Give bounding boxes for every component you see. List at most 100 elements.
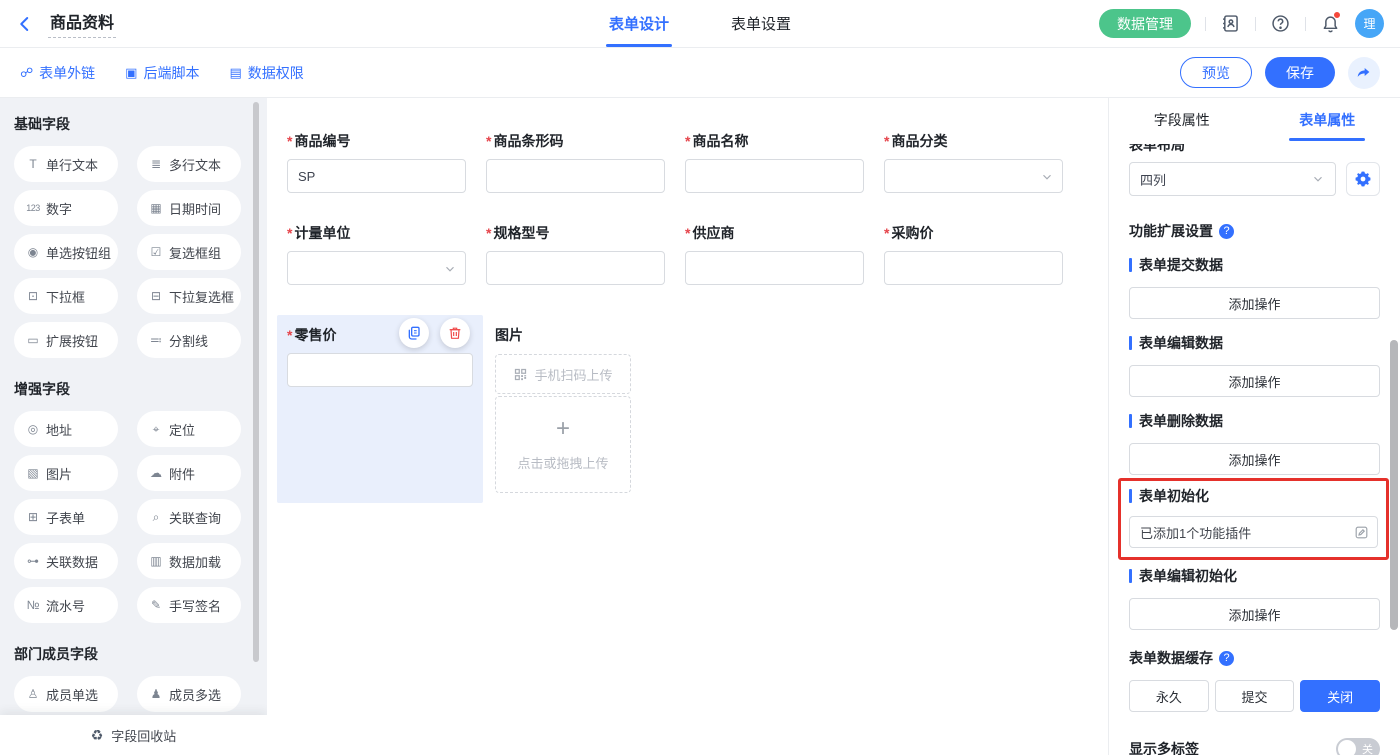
- attachment-icon: ☁: [149, 466, 163, 480]
- copy-icon: [406, 325, 422, 341]
- text-input[interactable]: [685, 159, 864, 193]
- form-init-plugin-item[interactable]: 已添加1个功能插件: [1129, 516, 1378, 548]
- form-layout-label-clipped: 表单布局: [1129, 144, 1380, 154]
- field-type-linked-query[interactable]: ⌕关联查询: [137, 499, 241, 535]
- canvas-field[interactable]: *计量单位: [287, 223, 466, 285]
- preview-button[interactable]: 预览: [1180, 57, 1252, 88]
- canvas-field[interactable]: *商品条形码: [486, 131, 665, 193]
- field-type-multi-line-text[interactable]: ≣多行文本: [137, 146, 241, 182]
- toolbar-link-external-link[interactable]: ☍表单外链: [20, 63, 95, 83]
- share-button[interactable]: [1348, 57, 1380, 89]
- field-recycle-bin-button[interactable]: ♻ 字段回收站: [0, 715, 267, 755]
- user-avatar[interactable]: 理: [1355, 9, 1384, 38]
- canvas-field[interactable]: *商品名称: [685, 131, 864, 193]
- app-root: 商品资料 表单设计 表单设置 数据管理 理: [0, 0, 1400, 755]
- text-input[interactable]: [486, 251, 665, 285]
- tab-form-design[interactable]: 表单设计: [609, 0, 669, 47]
- gear-icon: [1354, 170, 1372, 188]
- layout-settings-button[interactable]: [1346, 162, 1380, 196]
- field-type-subform[interactable]: ⊞子表单: [14, 499, 118, 535]
- delete-field-button[interactable]: [440, 318, 470, 348]
- field-type-attachment[interactable]: ☁附件: [137, 455, 241, 491]
- cache-option-0[interactable]: 永久: [1129, 680, 1209, 712]
- tab-form-settings[interactable]: 表单设置: [731, 0, 791, 47]
- canvas-field[interactable]: *供应商: [685, 223, 864, 285]
- field-type-signature[interactable]: ✎手写签名: [137, 587, 241, 623]
- retail-price-input[interactable]: [287, 353, 473, 387]
- save-button[interactable]: 保存: [1265, 57, 1335, 88]
- cache-option-2[interactable]: 关闭: [1300, 680, 1380, 712]
- add-action-button-edit-init[interactable]: 添加操作: [1129, 598, 1380, 630]
- data-manage-button[interactable]: 数据管理: [1099, 9, 1191, 38]
- panel-scrollbar[interactable]: [1390, 340, 1398, 630]
- text-input[interactable]: [884, 251, 1063, 285]
- help-icon[interactable]: [1270, 13, 1291, 34]
- section-bar: [1129, 414, 1132, 428]
- text-input[interactable]: [486, 159, 665, 193]
- multi-tab-toggle[interactable]: 关: [1336, 738, 1380, 755]
- field-type-radio-group[interactable]: ◉单选按钮组: [14, 234, 118, 270]
- chevron-down-icon: [1040, 170, 1054, 184]
- selected-field-retail-price[interactable]: * 零售价: [277, 315, 483, 503]
- field-type-extension-button[interactable]: ▭扩展按钮: [14, 322, 118, 358]
- help-badge-icon[interactable]: ?: [1219, 224, 1234, 239]
- layout-select[interactable]: 四列: [1129, 162, 1336, 196]
- sidebar-scrollbar[interactable]: [253, 102, 259, 662]
- field-type-location[interactable]: ⌖定位: [137, 411, 241, 447]
- field-type-dropdown[interactable]: ⊡下拉框: [14, 278, 118, 314]
- required-asterisk: *: [287, 327, 292, 343]
- text-input[interactable]: SP: [287, 159, 466, 193]
- field-type-image[interactable]: ▧图片: [14, 455, 118, 491]
- data-permission-icon: ▤: [229, 65, 241, 81]
- image-field[interactable]: 图片 手机扫码上传 + 点击或拖拽上传: [495, 315, 631, 493]
- back-button[interactable]: [16, 15, 34, 33]
- field-type-linked-data[interactable]: ⊶关联数据: [14, 543, 118, 579]
- add-action-button[interactable]: 添加操作: [1129, 443, 1380, 475]
- divider: [1305, 17, 1306, 31]
- canvas-field[interactable]: *规格型号: [486, 223, 665, 285]
- canvas-field[interactable]: *商品分类: [884, 131, 1063, 193]
- click-or-drag-upload-area[interactable]: + 点击或拖拽上传: [495, 396, 631, 493]
- data-load-icon: ▥: [149, 554, 163, 568]
- field-type-address[interactable]: ◎地址: [14, 411, 118, 447]
- text-input[interactable]: [685, 251, 864, 285]
- toggle-knob: [1338, 740, 1356, 755]
- field-type-multi-dropdown[interactable]: ⊟下拉复选框: [137, 278, 241, 314]
- canvas-field[interactable]: *商品编号 SP: [287, 131, 466, 193]
- field-type-number[interactable]: 123数字: [14, 190, 118, 226]
- contacts-book-icon[interactable]: [1220, 13, 1241, 34]
- select-input[interactable]: [287, 251, 466, 285]
- notification-bell-icon[interactable]: [1320, 13, 1341, 34]
- field-type-checkbox-group[interactable]: ☑复选框组: [137, 234, 241, 270]
- add-action-button[interactable]: 添加操作: [1129, 365, 1380, 397]
- edit-icon[interactable]: [1354, 525, 1369, 540]
- help-badge-icon[interactable]: ?: [1219, 651, 1234, 666]
- canvas-field[interactable]: *采购价: [884, 223, 1063, 285]
- header: 商品资料 表单设计 表单设置 数据管理 理: [0, 0, 1400, 48]
- notification-dot: [1333, 11, 1341, 19]
- field-label: *商品编号: [287, 131, 466, 151]
- toolbar-actions: 预览 保存: [1180, 57, 1380, 89]
- section-bar: [1129, 336, 1132, 350]
- toolbar-link-backend-script[interactable]: ▣后端脚本: [125, 63, 199, 83]
- field-label: *供应商: [685, 223, 864, 243]
- cache-option-1[interactable]: 提交: [1215, 680, 1295, 712]
- copy-field-button[interactable]: [399, 318, 429, 348]
- required-asterisk: *: [287, 225, 292, 241]
- field-type-divider[interactable]: ≕分割线: [137, 322, 241, 358]
- form-toolbar: ☍表单外链 ▣后端脚本 ▤数据权限 预览 保存: [0, 48, 1400, 98]
- field-type-data-load[interactable]: ▥数据加载: [137, 543, 241, 579]
- field-type-datetime[interactable]: ▦日期时间: [137, 190, 241, 226]
- tab-form-properties[interactable]: 表单属性: [1255, 98, 1400, 141]
- field-type-single-line-text[interactable]: T单行文本: [14, 146, 118, 182]
- field-type-serial-number[interactable]: №流水号: [14, 587, 118, 623]
- field-type-member-multi[interactable]: ♟成员多选: [137, 676, 241, 712]
- add-action-button[interactable]: 添加操作: [1129, 287, 1380, 319]
- tab-field-properties[interactable]: 字段属性: [1109, 98, 1255, 141]
- toolbar-link-data-permission[interactable]: ▤数据权限: [229, 63, 303, 83]
- select-input[interactable]: [884, 159, 1063, 193]
- qr-code-icon: [513, 367, 528, 382]
- field-type-member-single[interactable]: ♙成员单选: [14, 676, 118, 712]
- scan-upload-button[interactable]: 手机扫码上传: [495, 354, 631, 394]
- form-row-3: * 零售价 图片: [287, 315, 1083, 503]
